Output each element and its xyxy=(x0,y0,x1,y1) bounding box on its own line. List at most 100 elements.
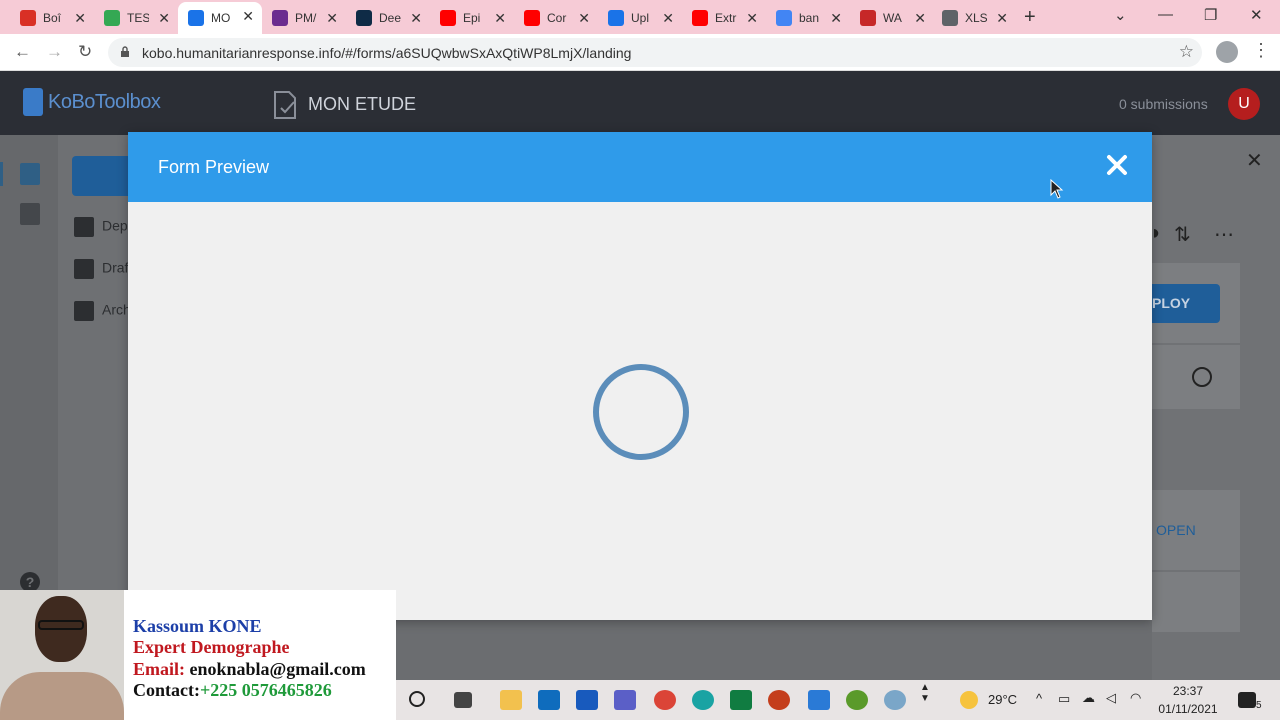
cloud-icon[interactable]: ☁ xyxy=(1082,690,1095,706)
teams-icon[interactable] xyxy=(614,690,636,710)
tab-close-icon[interactable]: ✕ xyxy=(914,10,926,27)
close-drawer-icon[interactable]: ✕ xyxy=(1246,148,1263,173)
forward-button[interactable]: → xyxy=(46,42,63,62)
new-project-button[interactable] xyxy=(72,156,128,196)
browser-tab[interactable]: WA ✕ xyxy=(850,4,934,32)
library-icon[interactable] xyxy=(20,203,40,225)
edge-icon[interactable] xyxy=(692,690,714,710)
browser-toolbar: ← → ↻ kobo.humanitarianresponse.info/#/f… xyxy=(0,34,1280,71)
tab-close-icon[interactable]: ✕ xyxy=(662,10,674,27)
tab-close-icon[interactable]: ✕ xyxy=(242,8,254,25)
redeploy-button[interactable]: PLOY xyxy=(1140,284,1220,323)
close-icon[interactable] xyxy=(1102,150,1132,180)
nav-deployed[interactable]: Dep xyxy=(74,217,128,237)
browser-tab[interactable]: Boî ✕ xyxy=(10,4,94,32)
bookmark-star-icon[interactable]: ☆ xyxy=(1179,42,1194,62)
powerpoint-icon[interactable] xyxy=(768,690,790,710)
tab-close-icon[interactable]: ✕ xyxy=(74,10,86,27)
more-options-icon[interactable]: ⋯ xyxy=(1214,222,1234,247)
notifications-icon[interactable] xyxy=(1238,692,1256,708)
gmail-icon xyxy=(20,10,36,26)
clock-time[interactable]: 23:37 xyxy=(1156,684,1220,698)
presenter-contact-row: Contact:+225 0576465826 xyxy=(133,680,332,701)
chrome-icon[interactable] xyxy=(654,690,676,710)
volume-icon[interactable]: ◁ xyxy=(1106,690,1116,706)
browser-tab[interactable]: Cor ✕ xyxy=(514,4,598,32)
browser-tab[interactable]: ban ✕ xyxy=(766,4,850,32)
qgis-icon[interactable] xyxy=(846,690,868,710)
battery-icon[interactable]: ▭ xyxy=(1058,691,1070,707)
active-indicator xyxy=(0,162,3,186)
browser-tab[interactable]: Dee ✕ xyxy=(346,4,430,32)
task-view-icon[interactable] xyxy=(454,692,472,708)
kobo-icon xyxy=(608,10,624,26)
browser-menu-icon[interactable]: ⋮ xyxy=(1252,40,1270,61)
tab-label: MO xyxy=(211,11,231,25)
clock-date[interactable]: 01/11/2021 xyxy=(1156,702,1220,716)
cortana-icon[interactable] xyxy=(409,691,425,707)
mountain-app-icon[interactable] xyxy=(808,690,830,710)
wifi-icon[interactable]: ◠ xyxy=(1130,690,1141,706)
excel-icon[interactable] xyxy=(730,690,752,710)
weather-icon[interactable] xyxy=(960,691,978,709)
kobo-icon xyxy=(188,10,204,26)
draft-icon xyxy=(74,259,94,279)
address-bar[interactable]: kobo.humanitarianresponse.info/#/forms/a… xyxy=(108,38,1202,67)
screen: + ⌄ — ❐ ✕ Boî ✕ TES ✕ MO ✕ PM/✕ Dee ✕ Epi ✕ Cor ✕ Upl… xyxy=(0,0,1280,720)
submissions-count: 0 submissions xyxy=(1119,96,1208,112)
tab-label: TES xyxy=(127,11,149,25)
word-icon[interactable] xyxy=(576,690,598,710)
tab-search-icon[interactable]: ⌄ xyxy=(1114,6,1127,24)
kobo-logo-text[interactable]: KoBoToolbox xyxy=(48,91,161,114)
user-avatar[interactable]: U xyxy=(1228,88,1260,120)
file-explorer-icon[interactable] xyxy=(500,690,522,710)
restore-button[interactable]: ❐ xyxy=(1204,6,1217,24)
globe-icon[interactable] xyxy=(1192,367,1212,387)
outlook-icon[interactable] xyxy=(538,690,560,710)
youtube-icon xyxy=(440,10,456,26)
tab-close-icon[interactable]: ✕ xyxy=(410,10,422,27)
browser-tab[interactable]: Upl ✕ xyxy=(598,4,682,32)
browser-tab[interactable]: MO ✕ xyxy=(178,2,262,34)
tab-close-icon[interactable]: ✕ xyxy=(746,10,758,27)
help-icon[interactable]: ? xyxy=(20,572,40,592)
browser-tab[interactable]: TES ✕ xyxy=(94,4,178,32)
temperature[interactable]: 29°C xyxy=(988,692,1017,707)
open-link[interactable]: OPEN xyxy=(1156,522,1196,538)
email-label: Email: xyxy=(133,659,185,679)
browser-tab[interactable]: XLS ✕ xyxy=(932,4,1016,32)
lock-icon xyxy=(121,46,129,57)
minimize-button[interactable]: — xyxy=(1158,6,1173,23)
tab-close-icon[interactable]: ✕ xyxy=(158,10,170,27)
tab-close-icon[interactable]: ✕ xyxy=(578,10,590,27)
close-window-button[interactable]: ✕ xyxy=(1250,6,1263,24)
tab-close-icon[interactable]: ✕ xyxy=(996,10,1008,27)
nav-archived[interactable]: Arch xyxy=(74,301,131,321)
tab-close-icon[interactable]: ✕ xyxy=(494,10,506,27)
app-icon[interactable] xyxy=(884,690,906,710)
nav-deployed-label: Dep xyxy=(102,217,128,234)
profile-avatar[interactable] xyxy=(1216,41,1238,63)
show-hidden-icons[interactable]: ^ xyxy=(1036,691,1042,706)
new-tab-button[interactable]: + xyxy=(1024,6,1036,29)
replace-icon[interactable]: ⇅ xyxy=(1174,222,1191,247)
email-value: enoknabla@gmail.com xyxy=(189,659,366,679)
forms-icon[interactable] xyxy=(20,163,40,185)
deepl-icon xyxy=(356,10,372,26)
presenter-photo xyxy=(0,590,124,720)
form-icon xyxy=(274,91,296,119)
browser-tab[interactable]: Extr ✕ xyxy=(682,4,766,32)
nav-draft[interactable]: Draf xyxy=(74,259,128,279)
reload-button[interactable]: ↻ xyxy=(78,42,92,62)
back-button[interactable]: ← xyxy=(14,42,31,62)
globe-icon xyxy=(942,10,958,26)
browser-tab[interactable]: PM/ ✕ xyxy=(262,4,346,32)
form-preview-modal: Form Preview xyxy=(128,132,1152,620)
browser-tab[interactable]: Epi ✕ xyxy=(430,4,514,32)
tab-close-icon[interactable]: ✕ xyxy=(830,10,842,27)
tab-close-icon[interactable]: ✕ xyxy=(326,10,338,27)
kobo-logo-icon xyxy=(23,88,43,116)
tab-label: Extr xyxy=(715,11,737,25)
taskbar-scroll-icon[interactable]: ▲ ▼ xyxy=(920,682,930,704)
project-title: MON ETUDE xyxy=(308,94,416,114)
